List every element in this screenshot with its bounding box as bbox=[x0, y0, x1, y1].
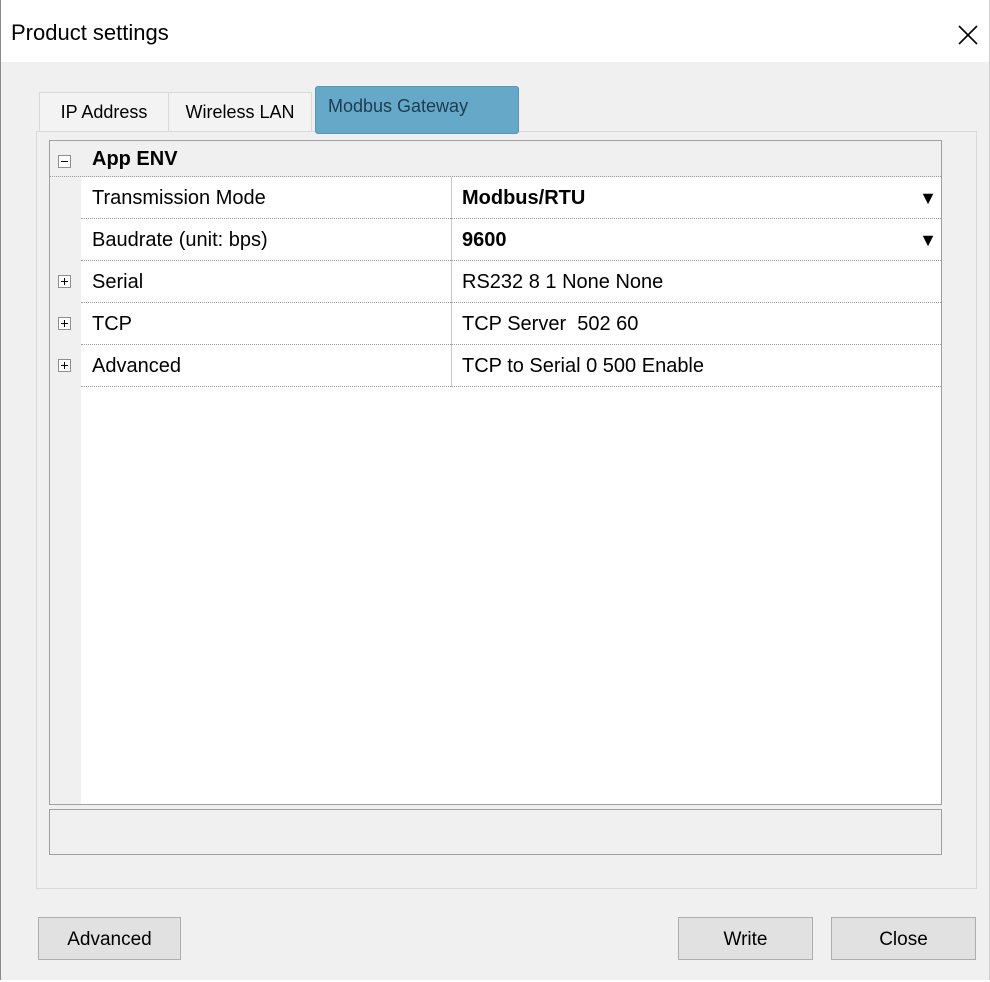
property-grid: App ENV Transmission Mode Modbus/RTU ▼ B… bbox=[49, 140, 942, 805]
category-label: App ENV bbox=[92, 148, 178, 170]
window-title: Product settings bbox=[11, 20, 169, 45]
property-row-baudrate[interactable]: Baudrate (unit: bps) 9600 ▼ bbox=[50, 219, 941, 261]
dropdown-triangle-icon[interactable]: ▼ bbox=[919, 219, 937, 261]
expand-plus-icon[interactable] bbox=[58, 317, 71, 330]
dropdown-triangle-icon[interactable]: ▼ bbox=[919, 177, 937, 219]
close-icon[interactable] bbox=[947, 14, 987, 54]
property-row-tcp[interactable]: TCP TCP Server 502 60 bbox=[50, 303, 941, 345]
tab-ip-address[interactable]: IP Address bbox=[39, 92, 169, 131]
property-name: Serial bbox=[81, 261, 451, 303]
expand-plus-icon[interactable] bbox=[58, 275, 71, 288]
tab-modbus-gateway[interactable]: Modbus Gateway bbox=[315, 86, 519, 134]
write-button[interactable]: Write bbox=[678, 917, 813, 960]
property-name: TCP bbox=[81, 303, 451, 345]
property-value[interactable]: RS232 8 1 None None bbox=[451, 261, 941, 303]
property-row-advanced[interactable]: Advanced TCP to Serial 0 500 Enable bbox=[50, 345, 941, 387]
advanced-button[interactable]: Advanced bbox=[38, 917, 181, 960]
property-value-select[interactable]: Modbus/RTU ▼ bbox=[451, 177, 941, 219]
property-name: Baudrate (unit: bps) bbox=[81, 219, 451, 261]
title-bar: Product settings bbox=[1, 0, 989, 62]
category-row-app-env[interactable]: App ENV bbox=[50, 141, 941, 177]
expand-plus-icon[interactable] bbox=[58, 359, 71, 372]
property-row-serial[interactable]: Serial RS232 8 1 None None bbox=[50, 261, 941, 303]
tab-wireless-lan[interactable]: Wireless LAN bbox=[168, 92, 312, 131]
property-value: Modbus/RTU bbox=[462, 187, 586, 209]
collapse-minus-icon[interactable] bbox=[58, 155, 71, 168]
product-settings-dialog: Product settings IP Address Wireless LAN… bbox=[0, 0, 990, 980]
property-value[interactable]: TCP to Serial 0 500 Enable bbox=[451, 345, 941, 387]
description-panel bbox=[49, 809, 942, 855]
property-value-select[interactable]: 9600 ▼ bbox=[451, 219, 941, 261]
property-value[interactable]: TCP Server 502 60 bbox=[451, 303, 941, 345]
property-name: Advanced bbox=[81, 345, 451, 387]
property-name: Transmission Mode bbox=[81, 177, 451, 219]
close-button[interactable]: Close bbox=[831, 917, 976, 960]
property-row-transmission-mode[interactable]: Transmission Mode Modbus/RTU ▼ bbox=[50, 177, 941, 219]
property-value: 9600 bbox=[462, 229, 507, 251]
